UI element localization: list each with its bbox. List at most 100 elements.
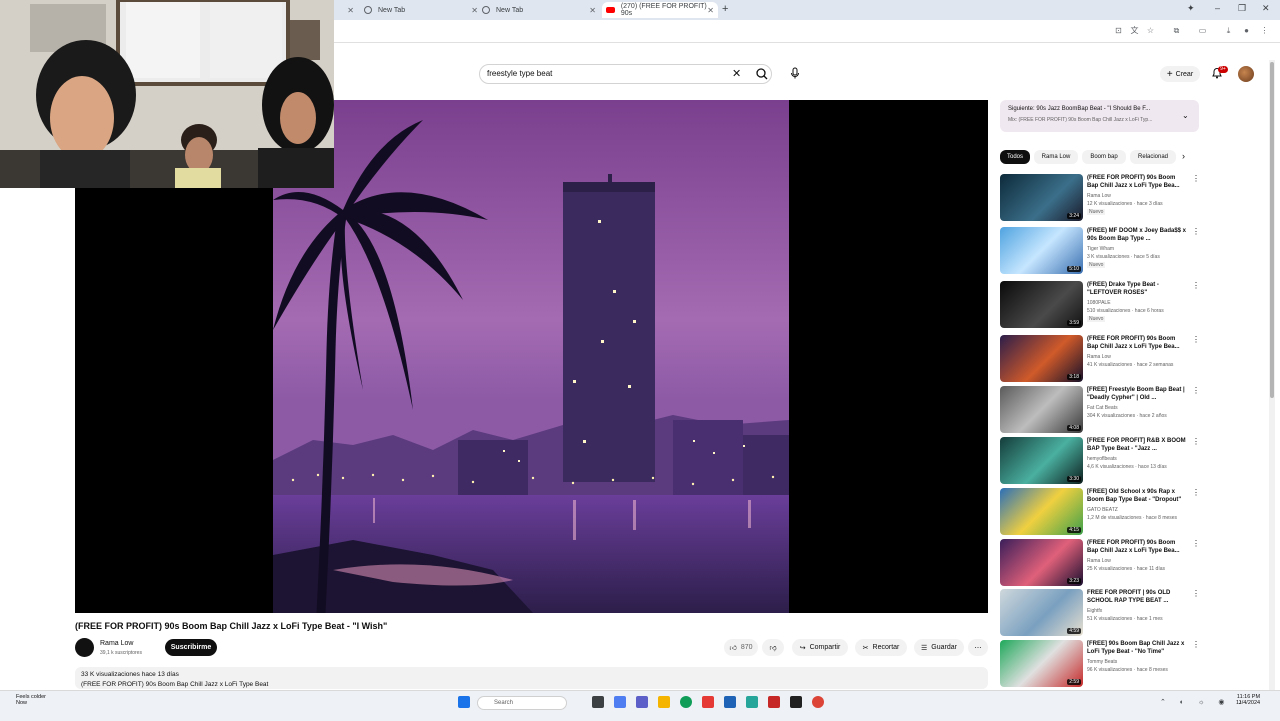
recommendation-title[interactable]: [FREE] 90s Boom Bap Chill Jazz x LoFi Ty… — [1087, 640, 1187, 656]
recommendation-title[interactable]: [FREE FOR PROFIT] R&B X BOOM BAP Type Be… — [1087, 437, 1187, 453]
recommendation-item[interactable]: 4:59 FREE FOR PROFIT | 90s OLD SCHOOL RAP… — [1000, 589, 1200, 637]
chip-all[interactable]: Todos — [1000, 150, 1030, 164]
app-red-icon[interactable] — [702, 696, 714, 708]
recommendation-channel[interactable]: Fat Cat Beats — [1087, 405, 1118, 411]
recommendation-title[interactable]: (FREE FOR PROFIT) 90s Boom Bap Chill Jaz… — [1087, 335, 1187, 351]
app-green-icon[interactable] — [746, 696, 758, 708]
subscribe-button[interactable]: Suscribirme — [165, 639, 217, 656]
install-app-icon[interactable]: ⊡ — [1114, 26, 1123, 35]
translate-icon[interactable]: 文 — [1130, 26, 1139, 35]
more-vert-icon[interactable]: ⋮ — [1192, 174, 1200, 183]
new-tab-button[interactable]: + — [722, 3, 728, 15]
recommendation-item[interactable]: 3:59 (FREE) Drake Type Beat - "LEFTOVER R… — [1000, 281, 1200, 329]
recommendation-thumbnail[interactable]: 4:59 — [1000, 589, 1083, 636]
windows-start-icon[interactable] — [458, 696, 470, 708]
chrome-icon[interactable] — [812, 696, 824, 708]
close-window-button[interactable]: ✕ — [1262, 3, 1270, 14]
recommendation-thumbnail[interactable]: 3:30 — [1000, 437, 1083, 484]
chip-boom-bap[interactable]: Boom bap — [1082, 150, 1126, 164]
like-button[interactable]: 👍︎ 870 — [724, 639, 758, 656]
channel-avatar[interactable] — [75, 638, 94, 657]
search-button[interactable] — [752, 64, 772, 84]
close-tab-icon[interactable]: ✕ — [471, 6, 478, 15]
recommendation-channel[interactable]: GATO BEATZ — [1087, 507, 1118, 513]
close-tab-icon[interactable]: ✕ — [347, 6, 354, 15]
recommendation-item[interactable]: 2:59 [FREE] 90s Boom Bap Chill Jazz x LoF… — [1000, 640, 1200, 688]
recommendation-item[interactable]: 4:08 [FREE] Freestyle Boom Bap Beat | "De… — [1000, 386, 1200, 434]
recommendation-thumbnail[interactable]: 4:15 — [1000, 488, 1083, 535]
teams-icon[interactable] — [636, 696, 648, 708]
task-view-icon[interactable] — [592, 696, 604, 708]
recommendation-channel[interactable]: hemyoflbeats — [1087, 456, 1117, 462]
more-vert-icon[interactable]: ⋮ — [1192, 335, 1200, 344]
recommendation-channel[interactable]: 1080PALE — [1087, 300, 1111, 306]
video-frame[interactable] — [273, 100, 789, 613]
recommendation-thumbnail[interactable]: 4:08 — [1000, 386, 1083, 433]
user-avatar[interactable] — [1238, 66, 1254, 82]
copilot-icon[interactable] — [614, 696, 626, 708]
recommendation-thumbnail[interactable]: 3:24 — [1000, 174, 1083, 221]
extensions-icon[interactable]: ⧉ — [1172, 26, 1181, 35]
more-vert-icon[interactable]: ⋮ — [1192, 589, 1200, 598]
menu-kebab-icon[interactable]: ⋮ — [1260, 26, 1269, 35]
store-icon[interactable] — [724, 696, 736, 708]
close-tab-icon[interactable]: ✕ — [589, 6, 596, 15]
scrollbar-thumb[interactable] — [1270, 62, 1274, 398]
recommendation-channel[interactable]: Rama Low — [1087, 558, 1111, 564]
recommendation-item[interactable]: 3:18 (FREE FOR PROFIT) 90s Boom Bap Chill… — [1000, 335, 1200, 383]
recommendation-title[interactable]: [FREE] Old School x 90s Rap x Boom Bap T… — [1087, 488, 1187, 504]
recommendation-channel[interactable]: Rama Low — [1087, 354, 1111, 360]
voice-search-button[interactable] — [787, 65, 803, 81]
create-button[interactable]: + Crear — [1160, 66, 1200, 82]
recommendation-channel[interactable]: Tiger Wham — [1087, 246, 1114, 252]
browser-tab[interactable]: New Tab ✕ — [364, 2, 482, 18]
profile-icon[interactable]: ● — [1242, 26, 1251, 35]
more-vert-icon[interactable]: ⋮ — [1192, 539, 1200, 548]
recommendation-title[interactable]: (FREE) Drake Type Beat - "LEFTOVER ROSES… — [1087, 281, 1187, 297]
chevron-down-icon[interactable]: ⌄ — [1182, 111, 1189, 120]
app-dark-icon[interactable] — [790, 696, 802, 708]
more-vert-icon[interactable]: ⋮ — [1192, 386, 1200, 395]
recommendation-channel[interactable]: Eightfx — [1087, 608, 1102, 614]
share-button[interactable]: ↪ Compartir — [792, 639, 848, 656]
recommendation-item[interactable]: 4:15 [FREE] Old School x 90s Rap x Boom B… — [1000, 488, 1200, 536]
taskbar-clock[interactable]: 11:16 PM 11/4/2024 — [1236, 694, 1260, 706]
channel-name[interactable]: Rama Low — [100, 640, 133, 647]
recommendation-thumbnail[interactable]: 3:59 — [1000, 281, 1083, 328]
mix-next-card[interactable] — [1000, 100, 1199, 132]
recommendation-title[interactable]: (FREE) MF DOOM x Joey Bada$$ x 90s Boom … — [1087, 227, 1187, 243]
recommendation-title[interactable]: [FREE] Freestyle Boom Bap Beat | "Deadly… — [1087, 386, 1187, 402]
search-input[interactable]: freestyle type beat — [487, 69, 552, 78]
recommendation-item[interactable]: 5:10 (FREE) MF DOOM x Joey Bada$$ x 90s B… — [1000, 227, 1200, 275]
clip-button[interactable]: ✂ Recortar — [855, 639, 907, 656]
recommendation-title[interactable]: (FREE FOR PROFIT) 90s Boom Bap Chill Jaz… — [1087, 174, 1187, 190]
recommendation-thumbnail[interactable]: 3:18 — [1000, 335, 1083, 382]
recommendation-title[interactable]: (FREE FOR PROFIT) 90s Boom Bap Chill Jaz… — [1087, 539, 1187, 555]
recommendation-thumbnail[interactable]: 5:10 — [1000, 227, 1083, 274]
recommendation-thumbnail[interactable]: 2:59 — [1000, 640, 1083, 687]
bookmark-star-icon[interactable]: ☆ — [1146, 26, 1155, 35]
save-button[interactable]: ☰ Guardar — [914, 639, 964, 656]
recommendation-item[interactable]: 3:23 (FREE FOR PROFIT) 90s Boom Bap Chill… — [1000, 539, 1200, 587]
tab-search-icon[interactable]: ✦ — [1187, 3, 1195, 14]
edge-icon[interactable] — [680, 696, 692, 708]
app-shield-icon[interactable] — [768, 696, 780, 708]
file-explorer-icon[interactable] — [658, 696, 670, 708]
recommendation-channel[interactable]: Tommy Beats — [1087, 659, 1117, 665]
maximize-button[interactable]: ❐ — [1238, 3, 1246, 14]
sidebar-icon[interactable]: ▭ — [1198, 26, 1207, 35]
chevron-right-icon[interactable]: › — [1182, 151, 1185, 161]
recommendation-thumbnail[interactable]: 3:23 — [1000, 539, 1083, 586]
more-vert-icon[interactable]: ⋮ — [1192, 437, 1200, 446]
clear-search-icon[interactable]: ✕ — [732, 67, 741, 80]
recommendation-item[interactable]: 3:30 [FREE FOR PROFIT] R&B X BOOM BAP Typ… — [1000, 437, 1200, 485]
recommendation-title[interactable]: FREE FOR PROFIT | 90s OLD SCHOOL RAP TYP… — [1087, 589, 1187, 605]
dislike-button[interactable]: 👎︎ — [762, 639, 784, 656]
more-vert-icon[interactable]: ⋮ — [1192, 488, 1200, 497]
downloads-icon[interactable]: ⤓ — [1224, 26, 1233, 35]
recommendation-channel[interactable]: Rama Low — [1087, 193, 1111, 199]
browser-tab[interactable]: New Tab ✕ — [482, 2, 600, 18]
weather-widget[interactable]: Feels colder Now — [16, 694, 46, 706]
chip-rama-low[interactable]: Rama Low — [1034, 150, 1078, 164]
system-tray[interactable]: ⌃ ◐ ☼ ◉ ♪ — [1160, 698, 1248, 706]
